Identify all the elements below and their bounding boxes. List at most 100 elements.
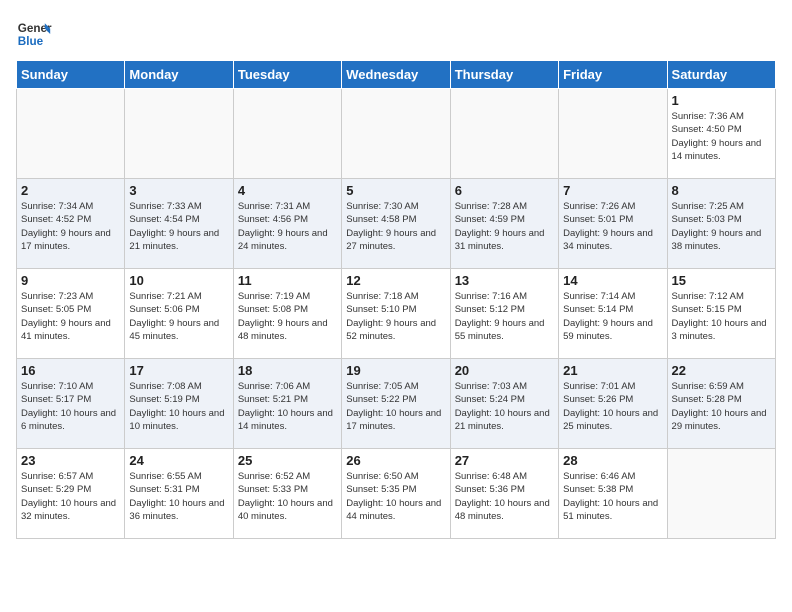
calendar-day-cell: 15Sunrise: 7:12 AM Sunset: 5:15 PM Dayli… [667, 269, 775, 359]
day-info: Sunrise: 7:18 AM Sunset: 5:10 PM Dayligh… [346, 290, 445, 343]
calendar-day-cell: 18 Sunrise: 7:06 AM Sunset: 5:21 PM Dayli… [233, 359, 341, 449]
weekday-header: Friday [559, 61, 667, 89]
day-info: Sunrise: 7:14 AM Sunset: 5:14 PM Dayligh… [563, 290, 662, 343]
calendar-day-cell [559, 89, 667, 179]
day-info: Sunrise: 7:23 AM Sunset: 5:05 PM Dayligh… [21, 290, 120, 343]
day-info: Sunrise: 7:16 AM Sunset: 5:12 PM Dayligh… [455, 290, 554, 343]
day-info: Sunrise: 6:57 AM Sunset: 5:29 PM Dayligh… [21, 470, 120, 523]
calendar-header-row: SundayMondayTuesdayWednesdayThursdayFrid… [17, 61, 776, 89]
calendar-day-cell: 3 Sunrise: 7:33 AM Sunset: 4:54 PM Daylig… [125, 179, 233, 269]
day-number: 15 [672, 273, 771, 288]
calendar-day-cell: 21 Sunrise: 7:01 AM Sunset: 5:26 PM Dayli… [559, 359, 667, 449]
day-info: Sunrise: 6:59 AM Sunset: 5:28 PM Dayligh… [672, 380, 771, 433]
calendar-day-cell: 16 Sunrise: 7:10 AM Sunset: 5:17 PM Dayli… [17, 359, 125, 449]
day-info: Sunrise: 7:31 AM Sunset: 4:56 PM Dayligh… [238, 200, 337, 253]
calendar-day-cell: 11 Sunrise: 7:19 AM Sunset: 5:08 PM Dayli… [233, 269, 341, 359]
day-number: 18 [238, 363, 337, 378]
day-info: Sunrise: 6:48 AM Sunset: 5:36 PM Dayligh… [455, 470, 554, 523]
calendar-day-cell: 6Sunrise: 7:28 AM Sunset: 4:59 PM Daylig… [450, 179, 558, 269]
day-number: 7 [563, 183, 662, 198]
day-info: Sunrise: 7:03 AM Sunset: 5:24 PM Dayligh… [455, 380, 554, 433]
page-header: General Blue [16, 16, 776, 52]
calendar-day-cell [667, 449, 775, 539]
day-number: 13 [455, 273, 554, 288]
day-number: 2 [21, 183, 120, 198]
weekday-header: Thursday [450, 61, 558, 89]
day-info: Sunrise: 7:34 AM Sunset: 4:52 PM Dayligh… [21, 200, 120, 253]
calendar-day-cell [450, 89, 558, 179]
day-info: Sunrise: 7:26 AM Sunset: 5:01 PM Dayligh… [563, 200, 662, 253]
day-number: 21 [563, 363, 662, 378]
calendar-day-cell: 13 Sunrise: 7:16 AM Sunset: 5:12 PM Dayli… [450, 269, 558, 359]
calendar-week-row: 9 Sunrise: 7:23 AM Sunset: 5:05 PM Daylig… [17, 269, 776, 359]
calendar-day-cell: 26 Sunrise: 6:50 AM Sunset: 5:35 PM Dayli… [342, 449, 450, 539]
day-number: 14 [563, 273, 662, 288]
calendar-day-cell: 1 Sunrise: 7:36 AM Sunset: 4:50 PM Daylig… [667, 89, 775, 179]
day-number: 20 [455, 363, 554, 378]
day-info: Sunrise: 7:10 AM Sunset: 5:17 PM Dayligh… [21, 380, 120, 433]
calendar-day-cell: 8Sunrise: 7:25 AM Sunset: 5:03 PM Daylig… [667, 179, 775, 269]
calendar-day-cell: 25 Sunrise: 6:52 AM Sunset: 5:33 PM Dayli… [233, 449, 341, 539]
calendar-day-cell: 2 Sunrise: 7:34 AM Sunset: 4:52 PM Daylig… [17, 179, 125, 269]
day-number: 5 [346, 183, 445, 198]
calendar-table: SundayMondayTuesdayWednesdayThursdayFrid… [16, 60, 776, 539]
calendar-day-cell: 14 Sunrise: 7:14 AM Sunset: 5:14 PM Dayli… [559, 269, 667, 359]
day-number: 22 [672, 363, 771, 378]
day-number: 17 [129, 363, 228, 378]
day-info: Sunrise: 7:28 AM Sunset: 4:59 PM Dayligh… [455, 200, 554, 253]
weekday-header: Tuesday [233, 61, 341, 89]
day-number: 8 [672, 183, 771, 198]
weekday-header: Monday [125, 61, 233, 89]
calendar-day-cell [17, 89, 125, 179]
day-info: Sunrise: 7:21 AM Sunset: 5:06 PM Dayligh… [129, 290, 228, 343]
logo-icon: General Blue [16, 16, 52, 52]
day-info: Sunrise: 6:55 AM Sunset: 5:31 PM Dayligh… [129, 470, 228, 523]
calendar-day-cell: 20 Sunrise: 7:03 AM Sunset: 5:24 PM Dayli… [450, 359, 558, 449]
day-info: Sunrise: 7:08 AM Sunset: 5:19 PM Dayligh… [129, 380, 228, 433]
day-info: Sunrise: 6:46 AM Sunset: 5:38 PM Dayligh… [563, 470, 662, 523]
day-number: 4 [238, 183, 337, 198]
day-info: Sunrise: 7:33 AM Sunset: 4:54 PM Dayligh… [129, 200, 228, 253]
day-info: Sunrise: 6:52 AM Sunset: 5:33 PM Dayligh… [238, 470, 337, 523]
day-info: Sunrise: 7:30 AM Sunset: 4:58 PM Dayligh… [346, 200, 445, 253]
day-number: 27 [455, 453, 554, 468]
calendar-day-cell: 9 Sunrise: 7:23 AM Sunset: 5:05 PM Daylig… [17, 269, 125, 359]
calendar-week-row: 16 Sunrise: 7:10 AM Sunset: 5:17 PM Dayli… [17, 359, 776, 449]
day-number: 9 [21, 273, 120, 288]
calendar-day-cell [125, 89, 233, 179]
weekday-header: Sunday [17, 61, 125, 89]
calendar-day-cell: 12 Sunrise: 7:18 AM Sunset: 5:10 PM Dayli… [342, 269, 450, 359]
day-info: Sunrise: 7:19 AM Sunset: 5:08 PM Dayligh… [238, 290, 337, 343]
day-info: Sunrise: 7:01 AM Sunset: 5:26 PM Dayligh… [563, 380, 662, 433]
calendar-day-cell: 22 Sunrise: 6:59 AM Sunset: 5:28 PM Dayli… [667, 359, 775, 449]
day-info: Sunrise: 7:36 AM Sunset: 4:50 PM Dayligh… [672, 110, 771, 163]
day-number: 16 [21, 363, 120, 378]
calendar-day-cell: 4 Sunrise: 7:31 AM Sunset: 4:56 PM Daylig… [233, 179, 341, 269]
day-number: 24 [129, 453, 228, 468]
day-number: 10 [129, 273, 228, 288]
calendar-day-cell: 10 Sunrise: 7:21 AM Sunset: 5:06 PM Dayli… [125, 269, 233, 359]
calendar-day-cell: 24 Sunrise: 6:55 AM Sunset: 5:31 PM Dayli… [125, 449, 233, 539]
day-info: Sunrise: 7:05 AM Sunset: 5:22 PM Dayligh… [346, 380, 445, 433]
day-info: Sunrise: 6:50 AM Sunset: 5:35 PM Dayligh… [346, 470, 445, 523]
day-info: Sunrise: 7:06 AM Sunset: 5:21 PM Dayligh… [238, 380, 337, 433]
day-number: 1 [672, 93, 771, 108]
calendar-week-row: 2 Sunrise: 7:34 AM Sunset: 4:52 PM Daylig… [17, 179, 776, 269]
day-number: 28 [563, 453, 662, 468]
calendar-day-cell: 5 Sunrise: 7:30 AM Sunset: 4:58 PM Daylig… [342, 179, 450, 269]
calendar-day-cell: 7 Sunrise: 7:26 AM Sunset: 5:01 PM Daylig… [559, 179, 667, 269]
day-number: 3 [129, 183, 228, 198]
day-number: 11 [238, 273, 337, 288]
day-number: 23 [21, 453, 120, 468]
day-number: 26 [346, 453, 445, 468]
day-number: 19 [346, 363, 445, 378]
calendar-day-cell: 27 Sunrise: 6:48 AM Sunset: 5:36 PM Dayli… [450, 449, 558, 539]
day-number: 25 [238, 453, 337, 468]
calendar-day-cell: 23 Sunrise: 6:57 AM Sunset: 5:29 PM Dayli… [17, 449, 125, 539]
weekday-header: Wednesday [342, 61, 450, 89]
calendar-day-cell [342, 89, 450, 179]
calendar-day-cell [233, 89, 341, 179]
day-number: 12 [346, 273, 445, 288]
weekday-header: Saturday [667, 61, 775, 89]
calendar-week-row: 1 Sunrise: 7:36 AM Sunset: 4:50 PM Daylig… [17, 89, 776, 179]
